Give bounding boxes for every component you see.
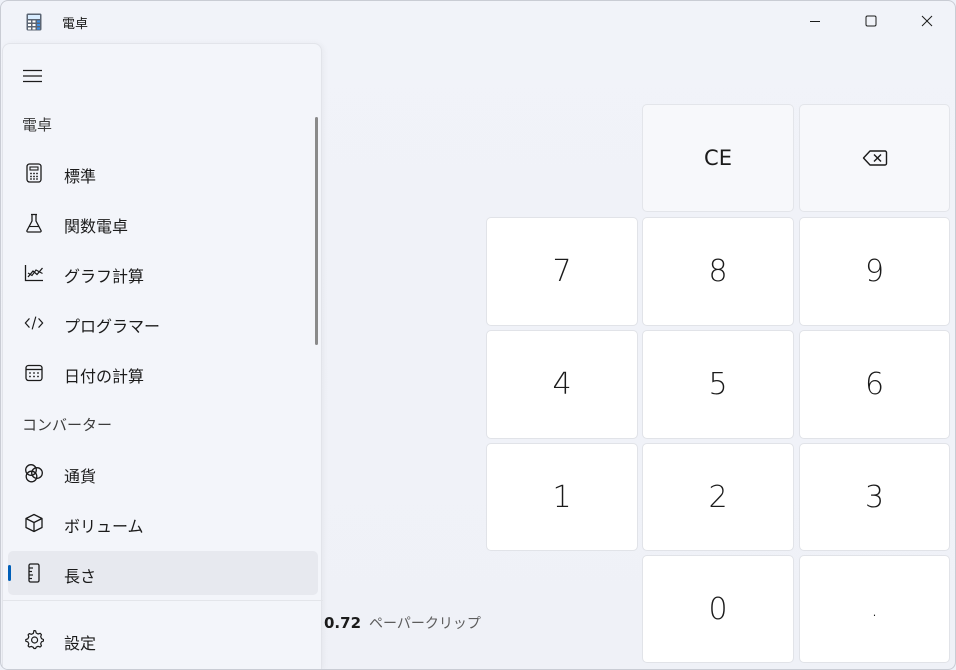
nav-item-graphing[interactable]: グラフ計算 bbox=[8, 251, 318, 295]
digit-3-button[interactable]: 3 bbox=[799, 443, 950, 551]
digit-2-label: 2 bbox=[708, 479, 728, 515]
conversion-result: 0.72 ペーパークリップ bbox=[324, 613, 481, 635]
nav-item-volume[interactable]: ボリューム bbox=[8, 501, 318, 545]
graph-icon bbox=[24, 263, 44, 283]
navigation-pane: 電卓 標準 関数電卓 グラフ計算 プログラマー 日付の計算 コンバーター 通貨 … bbox=[2, 43, 323, 669]
maximize-icon bbox=[865, 15, 877, 27]
nav-item-scientific[interactable]: 関数電卓 bbox=[8, 201, 318, 245]
digit-1-button[interactable]: 1 bbox=[486, 443, 638, 551]
nav-item-length[interactable]: 長さ bbox=[8, 551, 318, 595]
minimize-icon bbox=[810, 21, 820, 22]
nav-item-label: 関数電卓 bbox=[64, 217, 129, 236]
digit-5-button[interactable]: 5 bbox=[642, 330, 794, 439]
gear-icon bbox=[24, 630, 44, 650]
digit-8-label: 8 bbox=[708, 254, 728, 289]
digit-5-label: 5 bbox=[708, 367, 728, 402]
nav-item-label: プログラマー bbox=[64, 317, 161, 336]
nav-item-label: ボリューム bbox=[64, 517, 144, 536]
nav-item-label: 標準 bbox=[64, 167, 97, 186]
digit-6-label: 6 bbox=[864, 367, 885, 402]
nav-item-label: 通貨 bbox=[64, 467, 97, 486]
digit-8-button[interactable]: 8 bbox=[642, 217, 794, 326]
digit-1-label: 1 bbox=[552, 479, 572, 515]
nav-item-standard[interactable]: 標準 bbox=[8, 151, 318, 195]
cube-icon bbox=[24, 513, 44, 533]
digit-0-label: 0 bbox=[708, 591, 728, 627]
title-bar[interactable]: 電卓 bbox=[1, 1, 955, 43]
digit-0-button[interactable]: 0 bbox=[642, 555, 794, 663]
nav-item-label: グラフ計算 bbox=[64, 267, 145, 286]
section-header-converter: コンバーター bbox=[22, 416, 113, 434]
ce-label: CE bbox=[704, 146, 732, 170]
digit-9-label: 9 bbox=[864, 254, 885, 289]
digit-2-button[interactable]: 2 bbox=[642, 443, 794, 551]
window-title: 電卓 bbox=[62, 17, 89, 32]
nav-item-programmer[interactable]: プログラマー bbox=[8, 301, 318, 345]
minimize-button[interactable] bbox=[787, 1, 843, 41]
result-value: 0.72 bbox=[324, 614, 362, 632]
digit-4-button[interactable]: 4 bbox=[486, 330, 638, 439]
result-unit: ペーパークリップ bbox=[369, 616, 481, 632]
digit-4-label: 4 bbox=[552, 367, 572, 402]
close-button[interactable] bbox=[899, 1, 955, 41]
nav-item-settings[interactable]: 設定 bbox=[8, 618, 318, 662]
ce-button[interactable]: CE bbox=[642, 104, 794, 212]
nav-item-label: 設定 bbox=[64, 634, 97, 653]
section-header-calculator: 電卓 bbox=[22, 116, 53, 134]
calculator-icon bbox=[24, 163, 44, 183]
calendar-icon bbox=[24, 363, 44, 383]
nav-item-label: 長さ bbox=[64, 567, 97, 586]
currency-icon bbox=[24, 463, 44, 483]
backspace-button[interactable] bbox=[799, 104, 950, 212]
calculator-window: 電卓 CE 7 8 9 4 5 6 1 2 3 0 . 0.72 ペーパークリッ… bbox=[0, 0, 956, 670]
ruler-icon bbox=[24, 563, 44, 583]
maximize-button[interactable] bbox=[843, 1, 899, 41]
digit-7-label: 7 bbox=[552, 254, 572, 289]
digit-9-button[interactable]: 9 bbox=[799, 217, 950, 326]
nav-item-label: 日付の計算 bbox=[64, 367, 145, 386]
nav-scrollbar[interactable] bbox=[315, 117, 318, 345]
nav-divider bbox=[3, 600, 323, 601]
backspace-icon bbox=[862, 150, 887, 166]
digit-7-button[interactable]: 7 bbox=[486, 217, 638, 326]
digit-3-label: 3 bbox=[864, 479, 885, 515]
nav-item-currency[interactable]: 通貨 bbox=[8, 451, 318, 495]
nav-item-date-calculation[interactable]: 日付の計算 bbox=[8, 351, 318, 395]
decimal-button[interactable]: . bbox=[799, 555, 950, 663]
flask-icon bbox=[24, 213, 44, 233]
code-icon bbox=[24, 313, 44, 333]
selection-indicator bbox=[8, 565, 11, 581]
calculator-app-icon bbox=[26, 13, 42, 31]
hamburger-menu-button[interactable] bbox=[23, 68, 43, 84]
hamburger-icon bbox=[23, 69, 42, 83]
digit-6-button[interactable]: 6 bbox=[799, 330, 950, 439]
close-icon bbox=[921, 15, 933, 27]
decimal-label: . bbox=[871, 596, 878, 622]
